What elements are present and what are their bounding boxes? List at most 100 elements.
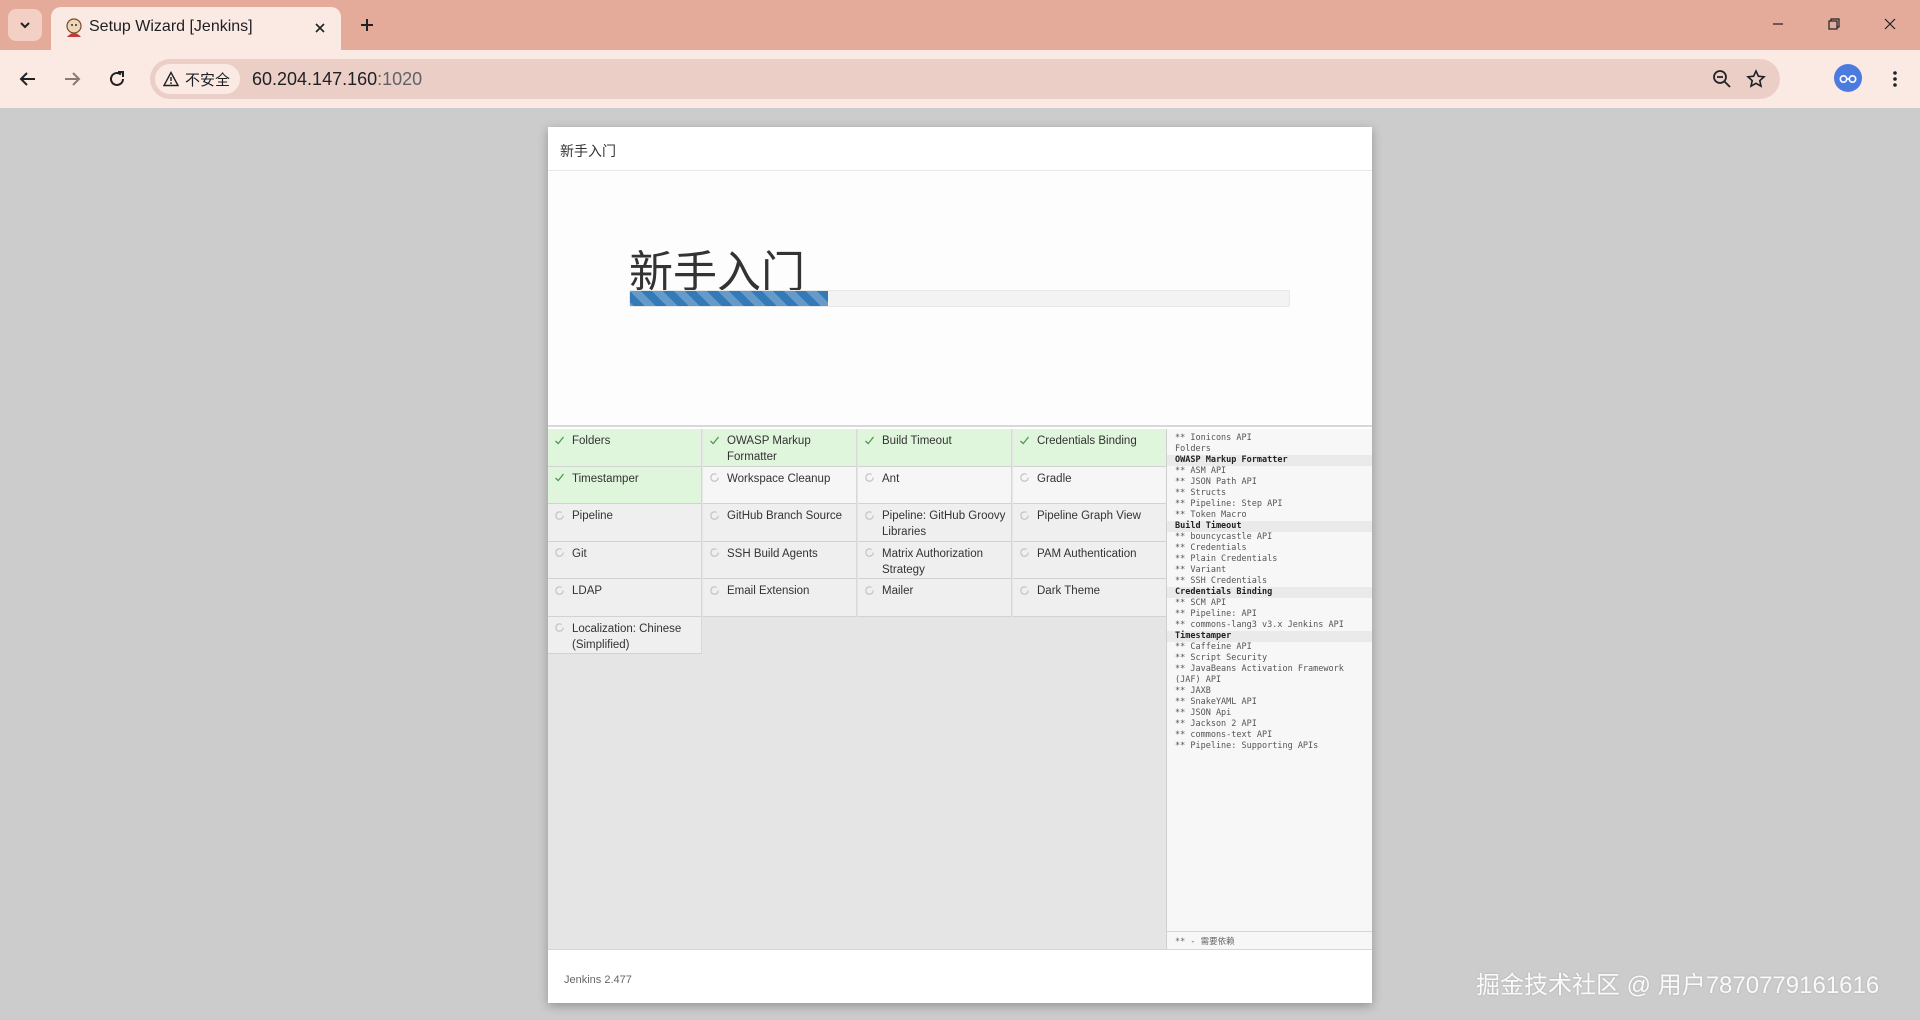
log-line: ** Script Security (1175, 653, 1268, 663)
tab-title: Setup Wizard [Jenkins] (89, 18, 253, 35)
plugin-item: Pipeline (548, 504, 702, 542)
log-line: ** JAXB (1175, 686, 1211, 696)
log-line: ** Pipeline: Supporting APIs (1175, 741, 1319, 751)
browser-menu-button[interactable] (1880, 63, 1910, 95)
url-text[interactable]: 60.204.147.160:1020 (252, 69, 422, 90)
tab-search-button[interactable] (8, 9, 42, 41)
restore-button[interactable] (1814, 8, 1854, 40)
plugin-name: Matrix Authorization Strategy (882, 547, 983, 576)
chevron-down-icon (20, 22, 30, 29)
log-line: Folders (1175, 444, 1211, 454)
security-indicator[interactable]: 不安全 (155, 64, 241, 94)
plugin-item: Gradle (1013, 466, 1167, 504)
url-host: 60.204.147.160 (252, 69, 378, 89)
restore-icon (1828, 18, 1840, 30)
plugin-name: Localization: Chinese (Simplified) (572, 622, 682, 651)
spinner-icon (1018, 509, 1030, 521)
log-line: Credentials Binding (1167, 587, 1372, 598)
spinner-icon (708, 472, 720, 484)
install-log: ** Ionicons API Folders OWASP Markup Forma… (1167, 429, 1372, 752)
log-line: ** Plain Credentials (1175, 554, 1278, 564)
spinner-icon (708, 509, 720, 521)
plugin-item: LDAP (548, 579, 702, 617)
plugin-item: Mailer (858, 579, 1012, 617)
log-line: ** SSH Credentials (1175, 576, 1268, 586)
browser-toolbar: 不安全 60.204.147.160:1020 (0, 50, 1920, 108)
hero-section: 新手入门 (548, 172, 1372, 427)
minimize-button[interactable] (1758, 8, 1798, 40)
plugin-name: SSH Build Agents (727, 547, 818, 560)
plugin-item: Ant (858, 466, 1012, 504)
spinner-icon (863, 509, 875, 521)
plugin-name: PAM Authentication (1037, 547, 1137, 560)
plugin-name: Pipeline Graph View (1037, 510, 1141, 522)
plugin-item: Credentials Binding (1013, 429, 1167, 467)
back-button[interactable] (12, 63, 44, 95)
zoom-button[interactable] (1708, 65, 1736, 93)
spinner-icon (553, 509, 565, 521)
plugin-grid: Folders OWASP Markup Formatter Build Timeo… (548, 429, 1167, 654)
install-progress-bar (629, 290, 1290, 307)
forward-button[interactable] (56, 63, 88, 95)
log-line: ** Jackson 2 API (1175, 719, 1257, 729)
incognito-glasses-icon (1839, 75, 1857, 84)
spinner-icon (708, 547, 720, 559)
spinner-icon (553, 622, 565, 634)
progress-bar-fill (630, 291, 828, 306)
tab-close-button[interactable] (309, 17, 331, 39)
install-log-panel[interactable]: ** Ionicons API Folders OWASP Markup Forma… (1166, 429, 1372, 949)
plugin-item: SSH Build Agents (703, 541, 857, 579)
spinner-icon (1018, 547, 1030, 559)
log-line: ** ASM API (1175, 466, 1227, 476)
log-line: ** Token Macro (1175, 510, 1247, 520)
plugin-name: Gradle (1037, 472, 1072, 485)
plugin-item: Build Timeout (858, 429, 1012, 467)
plugin-name: Git (572, 547, 587, 560)
plugin-item: OWASP Markup Formatter (703, 429, 857, 467)
log-line: ** commons-lang3 v3.x Jenkins API (1175, 620, 1344, 630)
spinner-icon (553, 584, 565, 596)
spinner-icon (863, 584, 875, 596)
plugin-name: Dark Theme (1037, 585, 1101, 597)
arrow-right-icon (65, 72, 81, 86)
dialog-header: 新手入门 (548, 127, 1372, 171)
bookmark-button[interactable] (1742, 65, 1770, 93)
security-label: 不安全 (185, 71, 231, 89)
log-line: ** Ionicons API (1175, 433, 1252, 443)
log-line: OWASP Markup Formatter (1167, 455, 1372, 466)
log-line: ** Variant (1175, 565, 1227, 575)
minimize-icon (1773, 23, 1783, 25)
reload-button[interactable] (101, 63, 133, 95)
setup-wizard-dialog: 新手入门 新手入门 Folders OWASP Markup Formatter B… (548, 127, 1372, 1003)
plugin-name: Mailer (882, 585, 914, 597)
plugin-name: Pipeline (572, 510, 613, 522)
log-line: ** JSON Path API (1175, 477, 1257, 487)
close-window-button[interactable] (1870, 8, 1910, 40)
check-icon (708, 434, 720, 446)
plugin-name: Ant (882, 472, 900, 485)
watermark: 掘金技术社区 @ 用户787077916​1616 (1476, 972, 1880, 999)
url-port: :1020 (377, 69, 423, 89)
new-tab-button[interactable] (352, 10, 382, 40)
log-line: ** JSON Api (1175, 708, 1232, 718)
check-icon (1018, 434, 1030, 446)
log-line: ** Caffeine API (1175, 642, 1252, 652)
spinner-icon (1018, 584, 1030, 596)
plugin-item: Git (548, 541, 702, 579)
plus-icon (361, 19, 373, 31)
profile-avatar[interactable] (1834, 64, 1862, 92)
address-bar[interactable]: 不安全 60.204.147.160:1020 (150, 59, 1780, 99)
plugin-name: Folders (572, 435, 611, 447)
plugin-name: Workspace Cleanup (727, 472, 831, 485)
log-line: ** bouncycastle API (1175, 532, 1273, 542)
plugin-name: Pipeline: GitHub Groovy Libraries (882, 510, 1006, 538)
log-line: ** SCM API (1175, 598, 1227, 608)
close-icon (315, 23, 325, 33)
active-tab[interactable]: Setup Wizard [Jenkins] (51, 7, 341, 50)
check-icon (553, 472, 565, 484)
check-icon (863, 434, 875, 446)
plugin-item: GitHub Branch Source (703, 504, 857, 542)
plugin-item: Dark Theme (1013, 579, 1167, 617)
log-line: Build Timeout (1167, 521, 1372, 532)
jenkins-version: Jenkins 2.477 (564, 974, 632, 986)
